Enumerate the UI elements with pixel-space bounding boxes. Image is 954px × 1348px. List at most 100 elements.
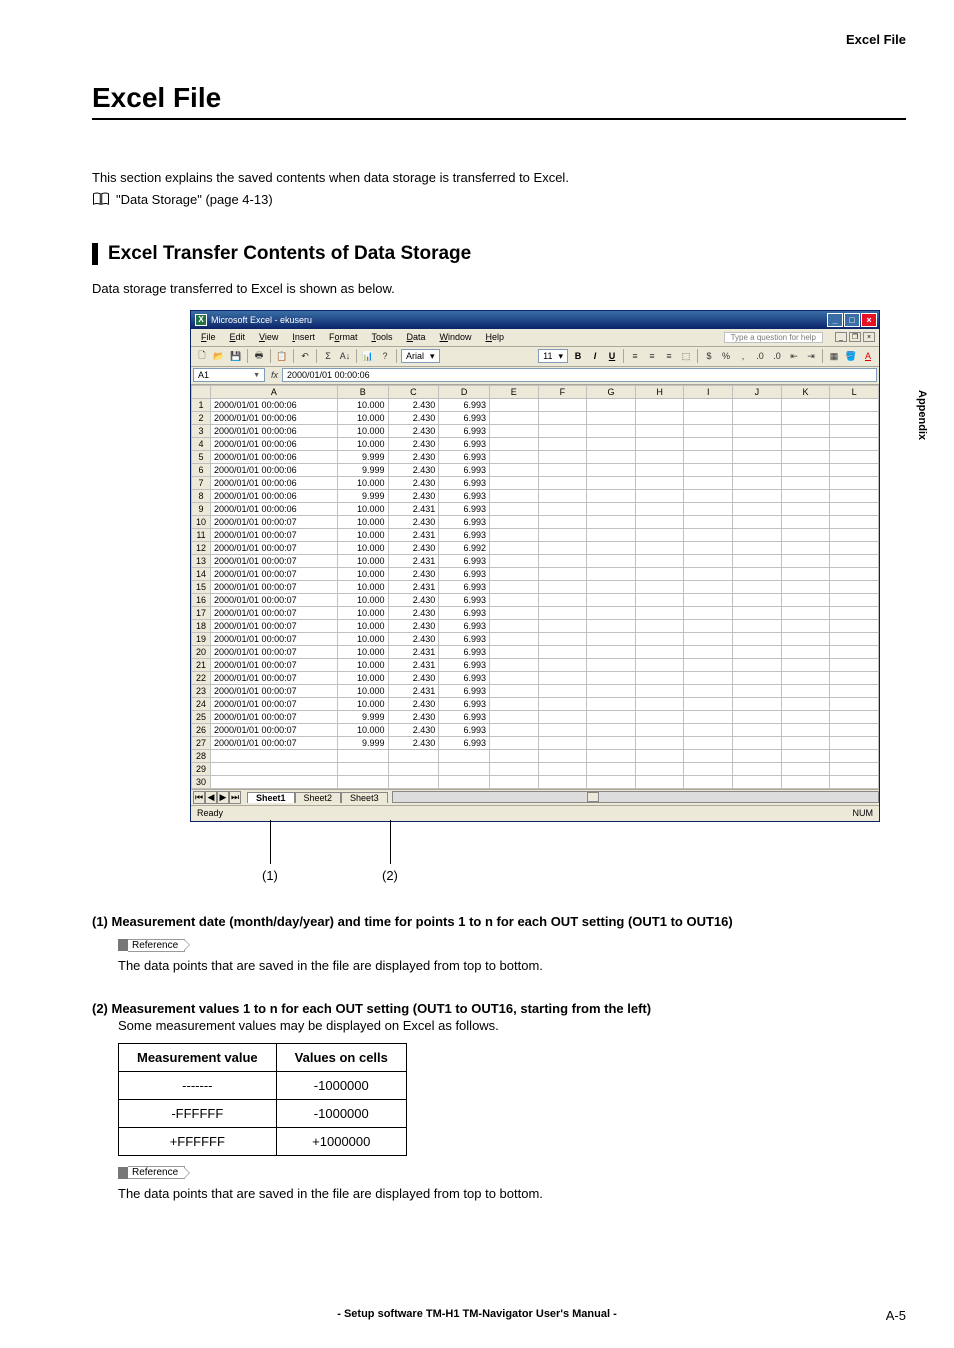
help-search-box[interactable]: Type a question for help: [724, 332, 823, 343]
table-row[interactable]: 82000/01/01 00:00:069.9992.4306.993: [192, 489, 879, 502]
row-header[interactable]: 13: [192, 554, 211, 567]
font-color-icon[interactable]: A: [861, 349, 875, 363]
bold-button[interactable]: B: [571, 351, 585, 361]
select-all-corner[interactable]: [192, 385, 211, 398]
col-header[interactable]: K: [781, 385, 830, 398]
row-header[interactable]: 15: [192, 580, 211, 593]
font-name-combo[interactable]: Arial▾: [401, 349, 440, 363]
comma-icon[interactable]: ,: [736, 349, 750, 363]
close-button[interactable]: ×: [861, 313, 877, 327]
col-header[interactable]: D: [439, 385, 490, 398]
table-row[interactable]: 52000/01/01 00:00:069.9992.4306.993: [192, 450, 879, 463]
table-row[interactable]: 29: [192, 762, 879, 775]
doc-restore-button[interactable]: ❐: [849, 332, 861, 342]
table-row[interactable]: 142000/01/01 00:00:0710.0002.4306.993: [192, 567, 879, 580]
row-header[interactable]: 11: [192, 528, 211, 541]
align-center-icon[interactable]: ≡: [645, 349, 659, 363]
table-row[interactable]: 102000/01/01 00:00:0710.0002.4306.993: [192, 515, 879, 528]
merge-center-icon[interactable]: ⬚: [679, 349, 693, 363]
fill-color-icon[interactable]: 🪣: [844, 349, 858, 363]
table-row[interactable]: 112000/01/01 00:00:0710.0002.4316.993: [192, 528, 879, 541]
horizontal-scrollbar[interactable]: [392, 791, 879, 803]
save-icon[interactable]: 💾: [229, 349, 243, 363]
currency-icon[interactable]: $: [702, 349, 716, 363]
table-row[interactable]: 162000/01/01 00:00:0710.0002.4306.993: [192, 593, 879, 606]
row-header[interactable]: 9: [192, 502, 211, 515]
row-header[interactable]: 21: [192, 658, 211, 671]
worksheet-grid[interactable]: A B C D E F G H I J K L 12000/01/01 00:0…: [191, 385, 879, 789]
row-header[interactable]: 20: [192, 645, 211, 658]
table-row[interactable]: 202000/01/01 00:00:0710.0002.4316.993: [192, 645, 879, 658]
row-header[interactable]: 29: [192, 762, 211, 775]
table-row[interactable]: 132000/01/01 00:00:0710.0002.4316.993: [192, 554, 879, 567]
maximize-button[interactable]: □: [844, 313, 860, 327]
col-header[interactable]: L: [830, 385, 879, 398]
col-header[interactable]: I: [684, 385, 733, 398]
formula-input[interactable]: 2000/01/01 00:00:06: [282, 368, 877, 382]
table-row[interactable]: 172000/01/01 00:00:0710.0002.4306.993: [192, 606, 879, 619]
sheet-tab-2[interactable]: Sheet2: [295, 792, 342, 803]
row-header[interactable]: 28: [192, 749, 211, 762]
align-right-icon[interactable]: ≡: [662, 349, 676, 363]
row-header[interactable]: 10: [192, 515, 211, 528]
doc-close-button[interactable]: ×: [863, 332, 875, 342]
fx-icon[interactable]: fx: [271, 370, 278, 380]
col-header[interactable]: B: [337, 385, 388, 398]
row-header[interactable]: 12: [192, 541, 211, 554]
row-header[interactable]: 19: [192, 632, 211, 645]
col-header[interactable]: H: [635, 385, 684, 398]
sheet-tab-1[interactable]: Sheet1: [247, 792, 295, 803]
new-file-icon[interactable]: 🗋: [195, 349, 209, 363]
column-header-row[interactable]: A B C D E F G H I J K L: [192, 385, 879, 398]
name-box[interactable]: A1▼: [193, 368, 265, 382]
row-header[interactable]: 16: [192, 593, 211, 606]
table-row[interactable]: 22000/01/01 00:00:0610.0002.4306.993: [192, 411, 879, 424]
table-row[interactable]: 232000/01/01 00:00:0710.0002.4316.993: [192, 684, 879, 697]
col-header[interactable]: F: [538, 385, 587, 398]
decrease-decimal-icon[interactable]: .0: [770, 349, 784, 363]
increase-decimal-icon[interactable]: .0: [753, 349, 767, 363]
table-row[interactable]: 212000/01/01 00:00:0710.0002.4316.993: [192, 658, 879, 671]
row-header[interactable]: 4: [192, 437, 211, 450]
table-row[interactable]: 62000/01/01 00:00:069.9992.4306.993: [192, 463, 879, 476]
row-header[interactable]: 27: [192, 736, 211, 749]
table-row[interactable]: 92000/01/01 00:00:0610.0002.4316.993: [192, 502, 879, 515]
sheet-tab-3[interactable]: Sheet3: [341, 792, 388, 803]
table-row[interactable]: 222000/01/01 00:00:0710.0002.4306.993: [192, 671, 879, 684]
col-header[interactable]: J: [733, 385, 782, 398]
table-row[interactable]: 72000/01/01 00:00:0610.0002.4306.993: [192, 476, 879, 489]
menu-window[interactable]: Window: [433, 331, 477, 343]
table-row[interactable]: 272000/01/01 00:00:079.9992.4306.993: [192, 736, 879, 749]
copy-icon[interactable]: 📋: [275, 349, 289, 363]
menu-format[interactable]: Format: [323, 331, 364, 343]
print-icon[interactable]: 🖶: [252, 349, 266, 363]
borders-icon[interactable]: ▦: [827, 349, 841, 363]
row-header[interactable]: 22: [192, 671, 211, 684]
row-header[interactable]: 25: [192, 710, 211, 723]
underline-button[interactable]: U: [605, 351, 619, 361]
row-header[interactable]: 17: [192, 606, 211, 619]
menu-insert[interactable]: Insert: [286, 331, 321, 343]
table-row[interactable]: 42000/01/01 00:00:0610.0002.4306.993: [192, 437, 879, 450]
table-row[interactable]: 28: [192, 749, 879, 762]
chart-icon[interactable]: 📊: [361, 349, 375, 363]
row-header[interactable]: 2: [192, 411, 211, 424]
row-header[interactable]: 7: [192, 476, 211, 489]
menu-help[interactable]: Help: [480, 331, 511, 343]
col-header[interactable]: C: [388, 385, 439, 398]
undo-icon[interactable]: ↶: [298, 349, 312, 363]
row-header[interactable]: 23: [192, 684, 211, 697]
doc-minimize-button[interactable]: _: [835, 332, 847, 342]
table-row[interactable]: 122000/01/01 00:00:0710.0002.4306.992: [192, 541, 879, 554]
tab-nav-next[interactable]: ▶: [217, 791, 229, 804]
row-header[interactable]: 24: [192, 697, 211, 710]
italic-button[interactable]: I: [588, 351, 602, 361]
table-row[interactable]: 30: [192, 775, 879, 788]
table-row[interactable]: 12000/01/01 00:00:0610.0002.4306.993: [192, 398, 879, 411]
row-header[interactable]: 6: [192, 463, 211, 476]
help-icon[interactable]: ?: [378, 349, 392, 363]
table-row[interactable]: 32000/01/01 00:00:0610.0002.4306.993: [192, 424, 879, 437]
table-row[interactable]: 242000/01/01 00:00:0710.0002.4306.993: [192, 697, 879, 710]
row-header[interactable]: 5: [192, 450, 211, 463]
col-header[interactable]: G: [587, 385, 636, 398]
